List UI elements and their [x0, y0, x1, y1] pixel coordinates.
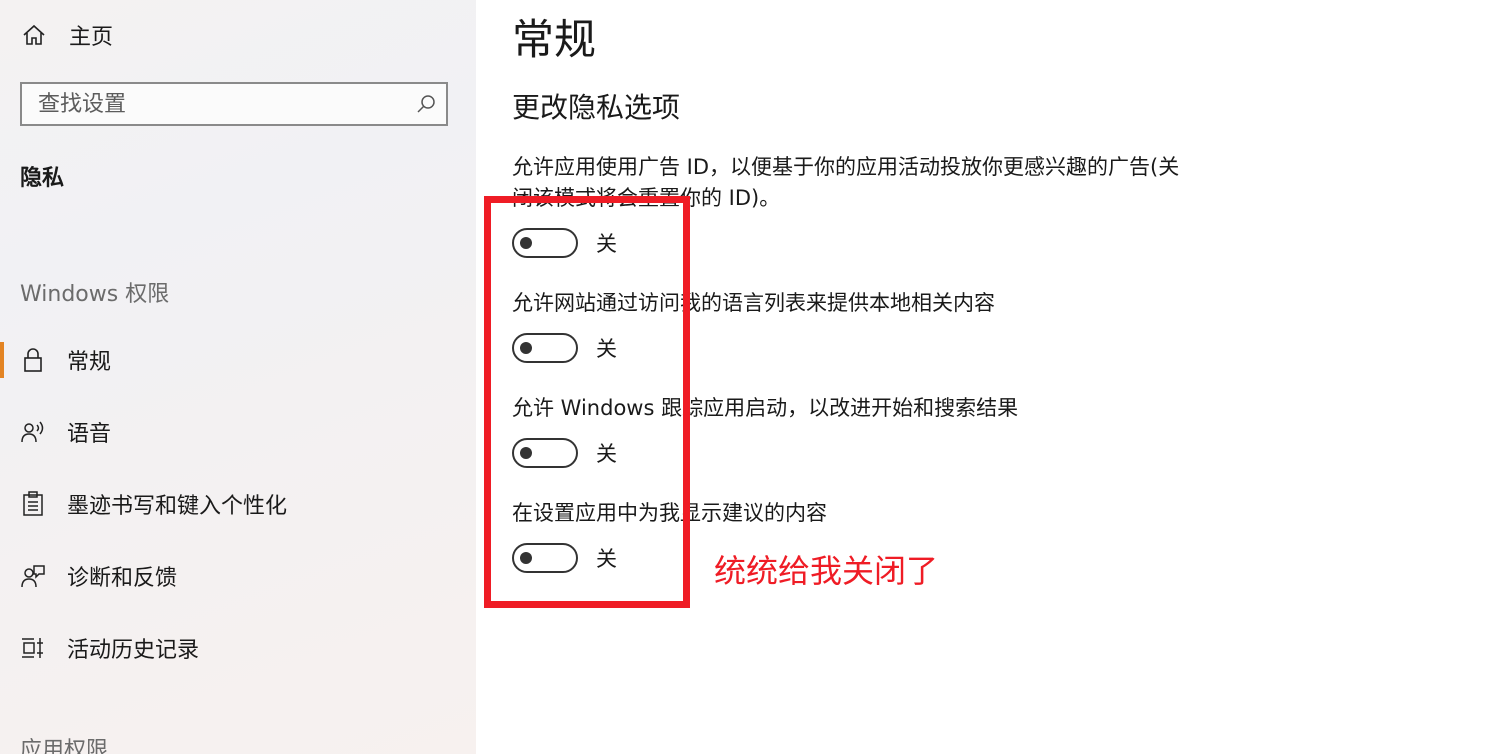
toggle-row: 关 — [512, 438, 1192, 468]
sidebar-item-general[interactable]: 常规 — [0, 338, 476, 382]
search-box[interactable] — [20, 82, 448, 126]
toggle-knob — [520, 447, 532, 459]
toggle-knob — [520, 342, 532, 354]
app-launch-tracking-toggle[interactable] — [512, 438, 578, 468]
setting-description: 允许网站通过访问我的语言列表来提供本地相关内容 — [512, 291, 995, 315]
current-section-title: 隐私 — [20, 166, 65, 191]
setting-language-list: 允许网站通过访问我的语言列表来提供本地相关内容 关 — [512, 288, 1192, 363]
sidebar-item-label: 诊断和反馈 — [67, 566, 178, 591]
feedback-icon — [20, 563, 46, 589]
toggle-state-label: 关 — [596, 337, 617, 361]
search-input[interactable] — [22, 83, 406, 125]
home-icon — [20, 21, 48, 49]
advertising-id-toggle[interactable] — [512, 228, 578, 258]
toggle-knob — [520, 552, 532, 564]
sidebar-item-label: 语音 — [67, 422, 112, 447]
toggle-state-label: 关 — [596, 232, 617, 256]
main-content: 常规 更改隐私选项 允许应用使用广告 ID，以便基于你的应用活动投放你更感兴趣的… — [476, 0, 1508, 754]
setting-description: 允许应用使用广告 ID，以便基于你的应用活动投放你更感兴趣的广告(关闭该模式将会… — [512, 155, 1180, 210]
sidebar-item-inking-typing[interactable]: 墨迹书写和键入个性化 — [0, 482, 476, 526]
lock-icon — [20, 347, 46, 373]
page-title: 常规 — [512, 15, 597, 64]
timeline-icon — [20, 635, 46, 661]
speech-icon — [20, 419, 46, 445]
toggle-row: 关 — [512, 228, 1192, 258]
annotation-text: 统统给我关闭了 — [714, 552, 939, 590]
setting-description: 允许 Windows 跟踪应用启动，以改进开始和搜索结果 — [512, 396, 1019, 420]
sidebar-item-label: 墨迹书写和键入个性化 — [67, 494, 288, 519]
selected-indicator — [0, 342, 4, 378]
setting-app-launch-tracking: 允许 Windows 跟踪应用启动，以改进开始和搜索结果 关 — [512, 393, 1192, 468]
section-subtitle: 更改隐私选项 — [512, 91, 681, 124]
home-nav-item[interactable]: 主页 — [20, 18, 113, 52]
sidebar-item-label: 常规 — [67, 350, 112, 375]
toggle-state-label: 关 — [596, 547, 617, 571]
sidebar-item-activity-history[interactable]: 活动历史记录 — [0, 626, 476, 670]
sidebar-item-diagnostics[interactable]: 诊断和反馈 — [0, 554, 476, 598]
sidebar: 主页 隐私 Windows 权限 常规 语音 — [0, 0, 476, 754]
setting-advertising-id: 允许应用使用广告 ID，以便基于你的应用活动投放你更感兴趣的广告(关闭该模式将会… — [512, 152, 1192, 258]
setting-description: 在设置应用中为我显示建议的内容 — [512, 501, 827, 525]
windows-permissions-header: Windows 权限 — [20, 282, 170, 307]
app-permissions-header: 应用权限 — [20, 738, 109, 754]
toggle-knob — [520, 237, 532, 249]
sidebar-item-speech[interactable]: 语音 — [0, 410, 476, 454]
sidebar-item-label: 活动历史记录 — [67, 638, 200, 663]
toggle-row: 关 — [512, 333, 1192, 363]
toggle-state-label: 关 — [596, 442, 617, 466]
search-icon[interactable] — [406, 93, 446, 115]
home-label: 主页 — [69, 25, 114, 50]
clipboard-icon — [20, 491, 46, 517]
language-list-toggle[interactable] — [512, 333, 578, 363]
suggested-content-toggle[interactable] — [512, 543, 578, 573]
